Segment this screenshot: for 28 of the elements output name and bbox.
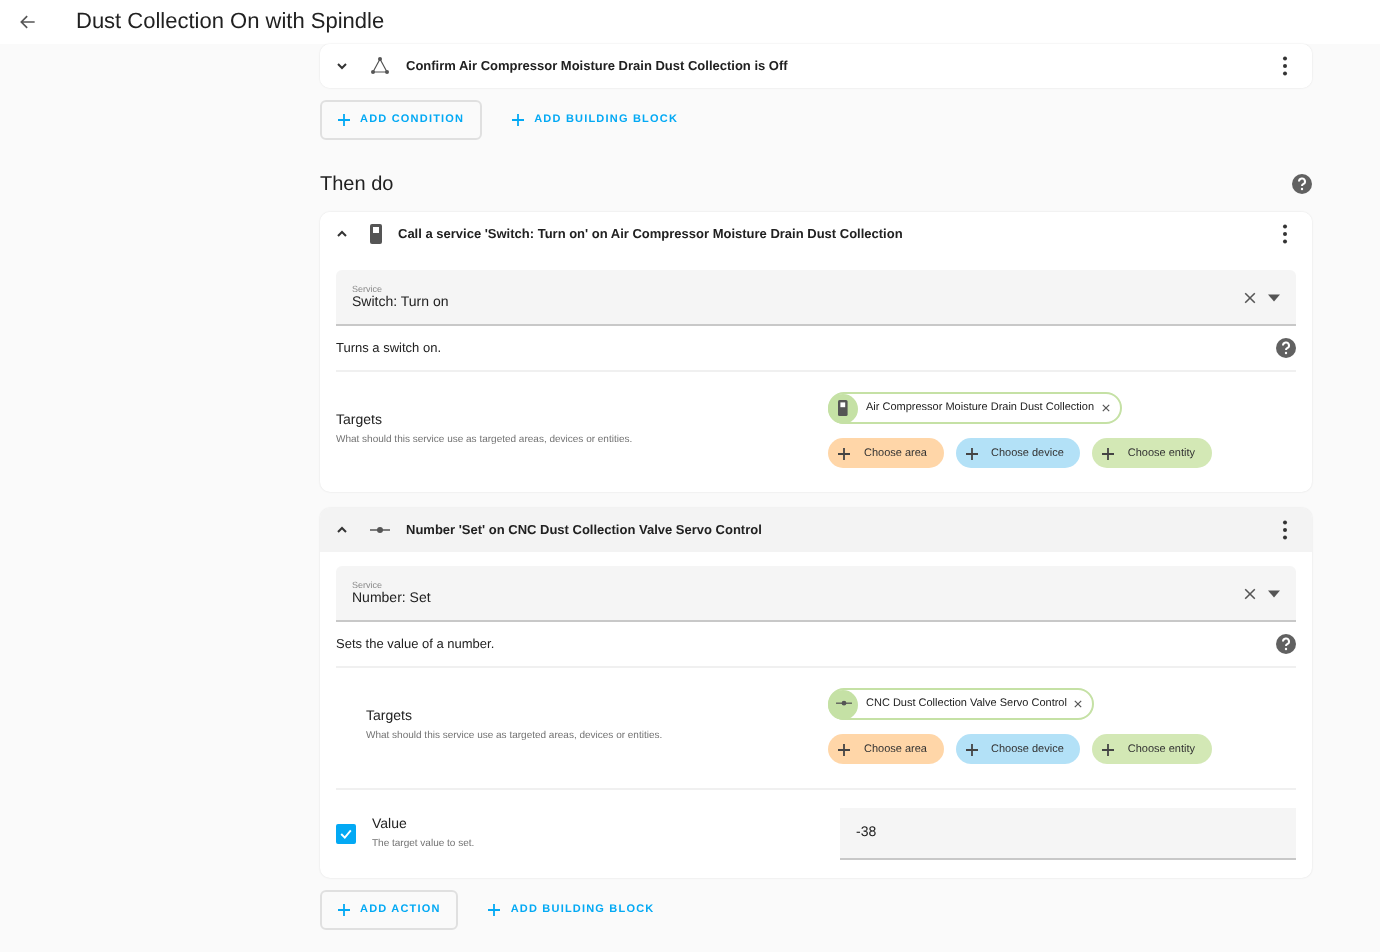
clear-icon[interactable] [1244,587,1256,599]
plus-icon [838,743,850,755]
dropdown-caret-icon[interactable] [1268,589,1280,597]
plus-icon [338,114,350,126]
help-icon[interactable] [1276,338,1296,358]
network-nodes-icon [370,56,390,76]
switch-icon [838,400,848,416]
back-arrow-icon[interactable] [16,10,40,34]
slider-line-icon [835,700,851,708]
switch-icon [370,224,382,244]
plus-icon [838,447,850,459]
plus-icon [1101,447,1114,459]
plus-icon [965,447,977,459]
dropdown-caret-icon[interactable] [1268,293,1280,301]
plus-icon [1101,743,1114,755]
remove-icon[interactable] [1074,700,1083,708]
plus-icon [488,904,501,916]
remove-icon[interactable] [1102,404,1111,412]
help-icon[interactable] [1276,634,1296,654]
plus-icon [965,743,977,755]
section-heading: Then do [320,173,394,195]
page-title: Dust Collection On with Spindle [76,10,385,34]
checkbox[interactable] [336,824,356,844]
plus-icon [338,904,350,916]
clear-icon[interactable] [1244,291,1256,303]
help-icon[interactable] [1292,174,1312,194]
plus-icon [512,114,525,126]
slider-line-icon [370,526,390,534]
